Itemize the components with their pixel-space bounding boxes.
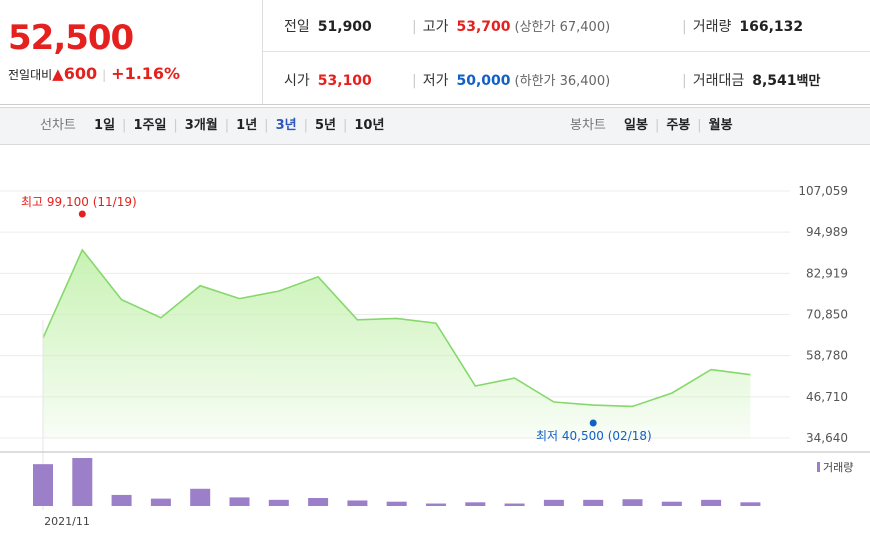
candles-1[interactable]: 주봉	[666, 118, 690, 133]
volume-bar	[543, 499, 564, 506]
lower-limit: (하한가 36,400)	[514, 74, 611, 89]
low-annotation: 최저 40,500 (02/18)	[536, 429, 652, 443]
volume-bar	[308, 498, 329, 506]
x-tick-label: 2021/11	[44, 515, 90, 528]
y-tick-label: 34,640	[806, 431, 848, 445]
volume-bar	[740, 502, 761, 506]
price-chart: 107,059 94,989 82,919 70,850 58,780 46,710 34,…	[0, 184, 870, 528]
volume-bar	[622, 499, 643, 506]
quote-row-divider	[263, 51, 870, 52]
change-percent: +1.16%	[111, 64, 181, 83]
prev-close-label: 전일	[284, 19, 310, 35]
divider: |	[682, 19, 687, 35]
high-label: 고가	[422, 19, 449, 35]
periods-0[interactable]: 1일	[94, 118, 115, 133]
divider: |	[264, 118, 269, 133]
volume-bar	[72, 458, 93, 506]
divider: |	[102, 68, 107, 82]
low-cell: | 저가 50,000 (하한가 36,400)	[412, 70, 610, 90]
volume-bar	[229, 497, 250, 506]
volume-legend-label: 거래량	[823, 461, 853, 474]
y-tick-label: 94,989	[806, 225, 848, 239]
change-label: 전일대비	[8, 68, 53, 82]
y-tick-label: 70,850	[806, 307, 848, 321]
amount-value: 8,541	[752, 73, 797, 89]
divider: |	[173, 118, 178, 133]
prev-close-cell: 전일 51,900	[284, 16, 372, 36]
y-tick-label: 82,919	[806, 266, 848, 280]
volume-bar	[111, 494, 132, 506]
high-value: 53,700	[456, 19, 511, 35]
periods-4[interactable]: 3년	[276, 118, 297, 133]
periods-1[interactable]: 1주일	[133, 118, 166, 133]
change-row: 전일대비▲600 | +1.16%	[8, 64, 180, 83]
volume-bar	[190, 488, 211, 506]
divider: |	[412, 73, 417, 89]
divider: |	[697, 118, 702, 133]
line-chart-periods: 선차트 1일 | 1주일 | 3개월 | 1년 | 3년 | 5년 | 10년	[40, 108, 384, 144]
high-point-dot	[78, 210, 86, 218]
chart-toolbar: 선차트 1일 | 1주일 | 3개월 | 1년 | 3년 | 5년 | 10년 봉차트 일봉 | 주봉 | 월봉	[0, 107, 870, 145]
periods-6[interactable]: 10년	[354, 118, 384, 133]
volume-bar	[583, 499, 604, 506]
volume-legend-swatch	[817, 462, 820, 472]
y-tick-label: 58,780	[806, 349, 848, 363]
volume-bar	[150, 498, 171, 506]
candle-chart-label: 봉차트	[570, 118, 606, 133]
divider: |	[654, 118, 660, 133]
periods-2[interactable]: 3개월	[185, 118, 218, 133]
low-label: 저가	[422, 73, 449, 89]
quote-panel: 52,500 전일대비▲600 | +1.16% 전일 51,900 | 고가 53,70…	[0, 0, 870, 105]
candles-0[interactable]: 일봉	[624, 118, 648, 133]
divider: |	[682, 73, 687, 89]
volume-value: 166,132	[739, 19, 804, 35]
prev-close-value: 51,900	[317, 19, 372, 35]
divider: |	[303, 118, 308, 133]
volume-bar	[386, 501, 407, 506]
upper-limit: (상한가 67,400)	[514, 20, 611, 35]
periods-5[interactable]: 5년	[315, 118, 336, 133]
amount-cell: | 거래대금 8,541백만	[682, 70, 820, 90]
divider: |	[412, 19, 417, 35]
volume-cell: | 거래량 166,132	[682, 16, 803, 36]
volume-bar	[701, 499, 722, 506]
y-tick-label: 46,710	[806, 390, 848, 404]
divider: |	[122, 118, 127, 133]
candle-chart-types: 봉차트 일봉 | 주봉 | 월봉	[570, 108, 733, 144]
quote-summary: 52,500 전일대비▲600 | +1.16%	[0, 0, 263, 104]
divider: |	[224, 118, 230, 133]
volume-bar	[661, 501, 682, 506]
volume-label: 거래량	[692, 19, 732, 35]
change-amount: 600	[63, 64, 98, 83]
periods-3[interactable]: 1년	[236, 118, 257, 133]
price-area	[43, 249, 751, 438]
volume-bar	[465, 502, 486, 506]
current-price: 52,500	[8, 18, 134, 58]
amount-unit: 백만	[796, 74, 821, 89]
open-cell: 시가 53,100	[284, 70, 372, 90]
high-cell: | 고가 53,700 (상한가 67,400)	[412, 16, 610, 36]
volume-bar	[268, 499, 289, 506]
volume-bar	[347, 500, 368, 506]
up-arrow-icon: ▲	[52, 65, 64, 83]
open-label: 시가	[284, 73, 310, 89]
volume-bar	[426, 503, 446, 506]
volume-bar	[504, 503, 525, 506]
amount-label: 거래대금	[692, 73, 745, 89]
volume-bar	[33, 464, 53, 506]
high-annotation: 최고 99,100 (11/19)	[21, 195, 137, 209]
y-tick-label: 107,059	[798, 184, 848, 198]
candles-2[interactable]: 월봉	[709, 118, 733, 133]
low-point-dot	[589, 419, 597, 427]
low-value: 50,000	[456, 73, 511, 89]
open-value: 53,100	[317, 73, 372, 89]
divider: |	[342, 118, 348, 133]
line-chart-label: 선차트	[40, 118, 76, 133]
